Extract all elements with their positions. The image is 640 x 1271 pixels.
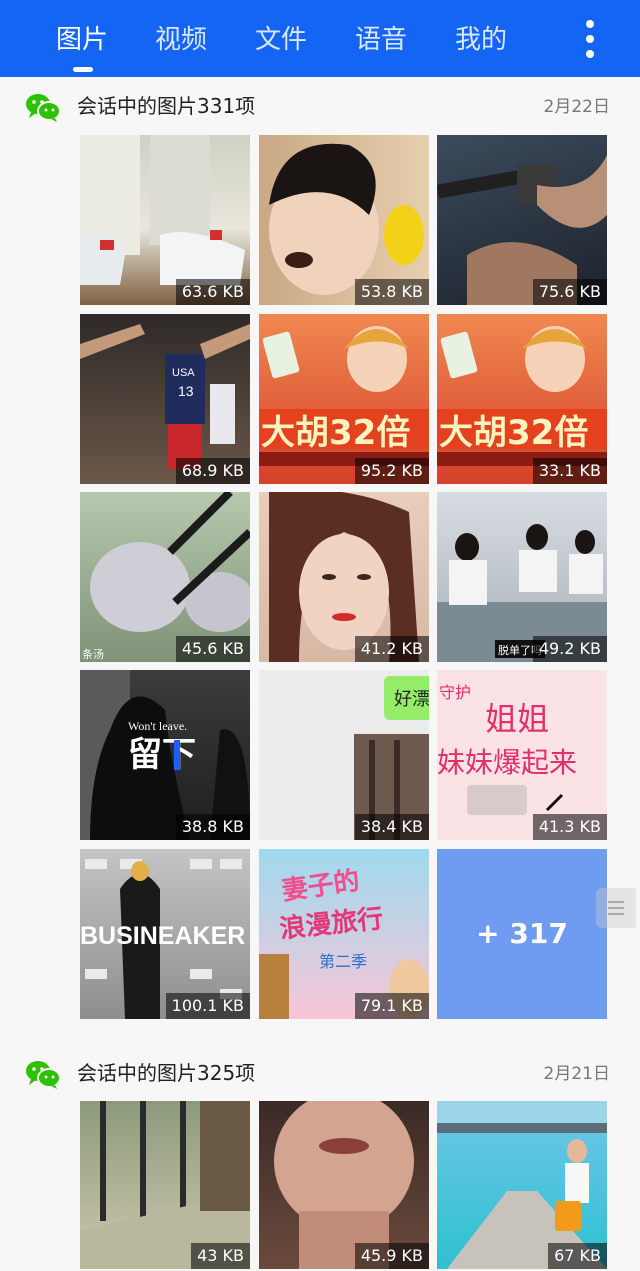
thumbnail[interactable]: 妻子的 浪漫旅行 第二季 79.1 KB <box>259 849 429 1019</box>
tab-images[interactable]: 图片 <box>56 20 108 60</box>
thumbnail[interactable]: BUSINEAKER 100.1 KB <box>80 849 250 1019</box>
thumbnail[interactable]: 63.6 KB <box>80 135 250 305</box>
file-size-label: 41.2 KB <box>354 636 429 662</box>
file-size-label: 63.6 KB <box>175 279 250 305</box>
wechat-icon <box>26 94 61 122</box>
thumbnail[interactable]: 大胡32倍 95.2 KB <box>259 314 429 484</box>
tab-videos[interactable]: 视频 <box>155 20 207 60</box>
tab-voice[interactable]: 语音 <box>355 20 407 60</box>
svg-text:BUSINEAKER: BUSINEAKER <box>80 922 245 950</box>
more-count-label: + 317 <box>476 917 568 950</box>
thumbnail[interactable]: 43 KB <box>80 1101 250 1269</box>
section-header: 会话中的图片331项 2月22日 <box>0 80 640 130</box>
thumbnail[interactable]: USA 13 68.9 KB <box>80 314 250 484</box>
file-size-label: 38.4 KB <box>354 814 429 840</box>
section-date: 2月21日 <box>543 1064 610 1084</box>
file-size-label: 68.9 KB <box>175 458 250 484</box>
thumbnail[interactable]: 脱单了吗 49.2 KB <box>437 492 607 662</box>
file-size-label: 38.8 KB <box>175 814 250 840</box>
thumbnail[interactable]: 53.8 KB <box>259 135 429 305</box>
section-title: 会话中的图片331项 <box>77 94 256 118</box>
file-size-label: 100.1 KB <box>165 993 250 1019</box>
file-size-label: 33.1 KB <box>532 458 607 484</box>
more-images-tile[interactable]: + 317 <box>437 849 607 1019</box>
tab-mine[interactable]: 我的 <box>455 20 507 60</box>
file-size-label: 75.6 KB <box>532 279 607 305</box>
more-vertical-icon[interactable] <box>578 18 602 60</box>
thumbnail[interactable]: 好漂 38.4 KB <box>259 670 429 840</box>
file-size-label: 43 KB <box>191 1243 250 1269</box>
file-size-label: 95.2 KB <box>354 458 429 484</box>
thumbnail[interactable]: 67 KB <box>437 1101 607 1269</box>
svg-text:13: 13 <box>178 383 194 399</box>
file-size-label: 45.9 KB <box>354 1243 429 1269</box>
thumbnail[interactable]: Won't leave. 留下 38.8 KB <box>80 670 250 840</box>
svg-text:妹妹爆起来: 妹妹爆起来 <box>437 746 577 779</box>
thumbnail[interactable]: 41.2 KB <box>259 492 429 662</box>
svg-text:大胡32倍: 大胡32倍 <box>439 413 588 453</box>
section-title: 会话中的图片325项 <box>77 1061 256 1085</box>
svg-text:浪漫旅行: 浪漫旅行 <box>278 903 385 945</box>
svg-text:第二季: 第二季 <box>319 952 367 971</box>
section-date: 2月22日 <box>543 97 610 117</box>
active-tab-indicator <box>73 67 93 72</box>
top-tab-bar: 图片 视频 文件 语音 我的 <box>0 0 640 77</box>
thumbnail[interactable]: 大胡32倍 33.1 KB <box>437 314 607 484</box>
thumbnail[interactable]: 条汤 45.6 KB <box>80 492 250 662</box>
file-size-label: 41.3 KB <box>532 814 607 840</box>
svg-text:守护: 守护 <box>439 683 471 702</box>
svg-text:好漂: 好漂 <box>394 689 429 710</box>
wechat-icon <box>26 1061 61 1089</box>
file-size-label: 49.2 KB <box>532 636 607 662</box>
thumbnail[interactable]: 45.9 KB <box>259 1101 429 1269</box>
svg-text:留下: 留下 <box>128 735 196 775</box>
svg-text:妻子的: 妻子的 <box>280 865 362 907</box>
thumbnail[interactable]: 守护 姐姐 妹妹爆起来 41.3 KB <box>437 670 607 840</box>
svg-text:Won't leave.: Won't leave. <box>128 719 187 733</box>
svg-text:大胡32倍: 大胡32倍 <box>261 413 410 453</box>
svg-text:条汤: 条汤 <box>82 647 104 661</box>
svg-text:姐姐: 姐姐 <box>485 700 549 738</box>
section-header: 会话中的图片325项 2月21日 <box>0 1047 640 1097</box>
file-size-label: 79.1 KB <box>354 993 429 1019</box>
file-size-label: 53.8 KB <box>354 279 429 305</box>
edge-drawer-handle[interactable] <box>596 888 636 928</box>
file-size-label: 67 KB <box>548 1243 607 1269</box>
svg-text:USA: USA <box>172 367 195 379</box>
tab-files[interactable]: 文件 <box>255 20 307 60</box>
file-size-label: 45.6 KB <box>175 636 250 662</box>
thumbnail[interactable]: 75.6 KB <box>437 135 607 305</box>
